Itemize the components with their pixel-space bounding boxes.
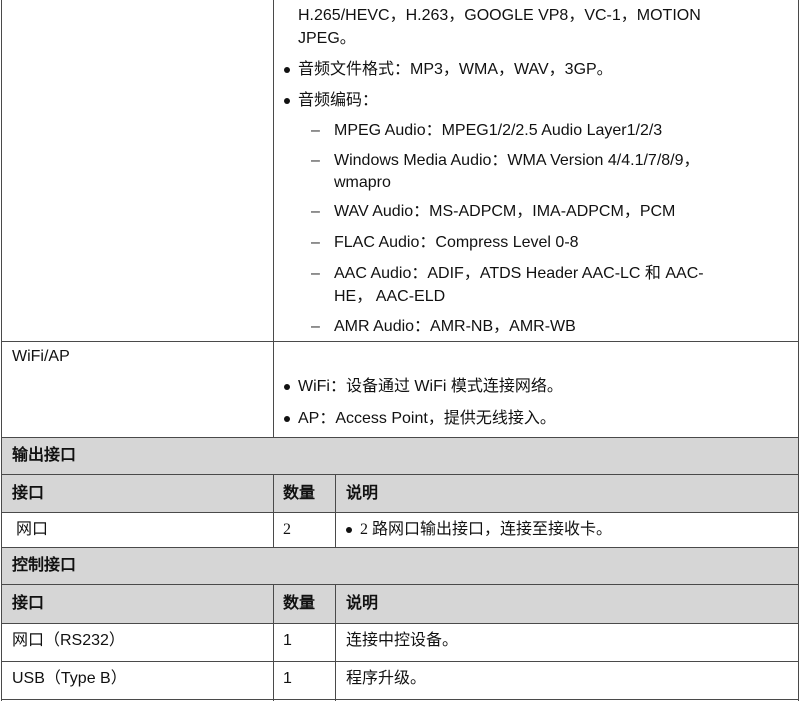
control-section-bg	[2, 548, 798, 584]
codec-continuation-line-1: H.265/HEVC，H.263，GOOGLE VP8，VC-1，MOTION	[298, 7, 701, 24]
control-row-desc: 连接中控设备。	[346, 632, 459, 649]
control-row-qty: 1	[283, 670, 292, 687]
audio-format-text: 音频文件格式：MP3，WMA，WAV，3GP。	[298, 61, 613, 78]
control-header-bg	[2, 585, 798, 623]
control-header-port: 接口	[12, 595, 45, 612]
dash-icon: –	[311, 234, 320, 251]
control-header-desc: 说明	[346, 595, 379, 612]
audio-codec-wma-line-1: Windows Media Audio：WMA Version 4/4.1/7/…	[334, 152, 700, 169]
output-row-qty: 2	[283, 521, 291, 538]
dash-icon: –	[311, 265, 320, 282]
output-header-bg	[2, 475, 798, 512]
audio-codec-wav: WAV Audio：MS-ADPCM，IMA-ADPCM，PCM	[334, 203, 676, 220]
dash-icon: –	[311, 318, 320, 335]
output-section-bg	[2, 438, 798, 474]
wifi-item: WiFi：设备通过 WiFi 模式连接网络。	[298, 378, 563, 395]
control-row-port: USB（Type B）	[12, 670, 127, 687]
output-section-title: 输出接口	[12, 447, 77, 464]
wifi-ap-label: WiFi/AP	[12, 348, 70, 365]
output-header-qty: 数量	[283, 485, 316, 502]
control-section-title: 控制接口	[12, 557, 77, 574]
output-row-port: 网口	[16, 521, 49, 538]
dash-icon: –	[311, 203, 320, 220]
output-row-desc: 2 路网口输出接口，连接至接收卡。	[360, 521, 613, 538]
control-header-qty: 数量	[283, 595, 316, 612]
bullet-icon	[346, 527, 352, 533]
control-row-port: 网口（RS232）	[12, 632, 125, 649]
spec-table: H.265/HEVC，H.263，GOOGLE VP8，VC-1，MOTION …	[0, 0, 800, 701]
dash-icon: –	[311, 152, 320, 169]
bullet-icon	[284, 98, 290, 104]
bullet-icon	[284, 384, 290, 390]
control-row-qty: 1	[283, 632, 292, 649]
control-row-desc: 程序升级。	[346, 670, 427, 687]
output-header-port: 接口	[12, 485, 45, 502]
output-header-desc: 说明	[346, 485, 379, 502]
audio-codec-aac-line-2: HE， AAC-ELD	[334, 288, 446, 305]
bullet-icon	[284, 67, 290, 73]
ap-item: AP：Access Point，提供无线接入。	[298, 410, 556, 427]
audio-codec-title: 音频编码：	[298, 92, 379, 109]
bullet-icon	[284, 416, 290, 422]
codec-continuation-line-2: JPEG。	[298, 30, 356, 47]
dash-icon: –	[311, 122, 320, 139]
audio-codec-amr: AMR Audio：AMR-NB，AMR-WB	[334, 318, 576, 335]
audio-codec-flac: FLAC Audio：Compress Level 0-8	[334, 234, 579, 251]
audio-codec-mpeg: MPEG Audio：MPEG1/2/2.5 Audio Layer1/2/3	[334, 122, 663, 139]
audio-codec-wma-line-2: wmapro	[334, 174, 391, 191]
audio-codec-aac-line-1: AAC Audio：ADIF，ATDS Header AAC-LC 和 AAC-	[334, 265, 704, 282]
